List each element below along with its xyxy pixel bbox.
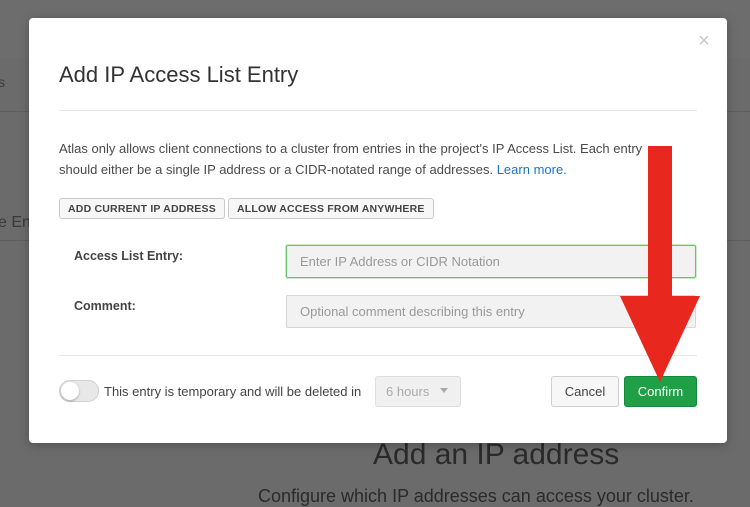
background-heading: Add an IP address: [373, 438, 620, 471]
learn-more-link[interactable]: Learn more.: [497, 162, 567, 177]
red-arrow-icon: [620, 146, 700, 382]
access-list-label: Access List Entry:: [74, 249, 184, 263]
toggle-knob: [61, 382, 79, 400]
temporary-entry-toggle[interactable]: [59, 380, 99, 402]
chevron-down-icon: [440, 388, 448, 393]
modal-title: Add IP Access List Entry: [59, 62, 299, 87]
background-tab-fragment: e En: [0, 214, 31, 231]
temporary-entry-text: This entry is temporary and will be dele…: [104, 384, 362, 399]
divider: [59, 355, 697, 356]
add-current-ip-button[interactable]: ADD CURRENT IP ADDRESS: [59, 198, 225, 219]
background-nav-fragment: s: [0, 74, 5, 90]
comment-label: Comment:: [74, 299, 136, 313]
allow-access-anywhere-button[interactable]: ALLOW ACCESS FROM ANYWHERE: [228, 198, 434, 219]
arrow-shape: [620, 146, 700, 382]
modal-description: Atlas only allows client connections to …: [59, 138, 679, 180]
duration-value: 6 hours: [386, 384, 430, 399]
duration-select[interactable]: 6 hours: [375, 376, 461, 407]
cancel-button[interactable]: Cancel: [551, 376, 619, 407]
close-icon[interactable]: ×: [695, 31, 713, 51]
background-subheading: Configure which IP addresses can access …: [258, 486, 694, 506]
divider: [59, 110, 697, 111]
